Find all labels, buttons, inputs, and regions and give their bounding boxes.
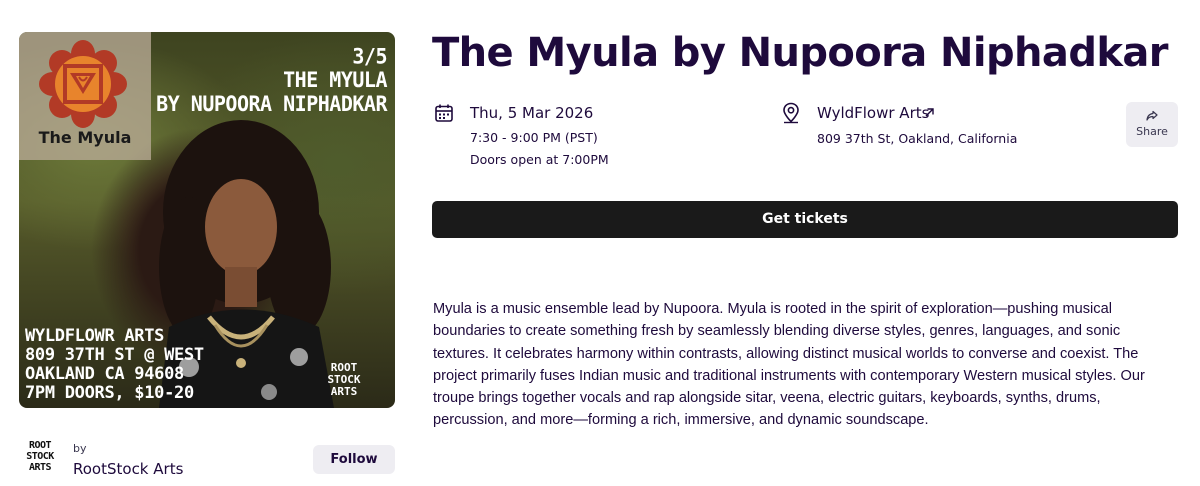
share-button[interactable]: Share — [1126, 102, 1178, 147]
follow-button[interactable]: Follow — [313, 445, 395, 474]
location-pin-icon — [783, 102, 799, 124]
organizer-avatar[interactable]: ROOT STOCK ARTS — [19, 440, 61, 478]
myula-emblem-icon — [39, 40, 127, 128]
event-description: Myula is a music ensemble lead by Nupoor… — [433, 301, 1145, 429]
venue-name-link[interactable]: WyldFlowr Arts — [817, 104, 929, 122]
rootstock-stamp-logo: ROOT STOCK ARTS — [327, 361, 361, 398]
event-poster-image: The Myula 3/5 THE MYULA BY NUPOORA NIPHA… — [19, 32, 395, 408]
poster-logo-name: The Myula — [38, 128, 132, 147]
organizer-by-label: by — [73, 442, 87, 455]
venue-address: 809 37th St, Oakland, California — [817, 131, 1018, 146]
event-doors-time: Doors open at 7:00PM — [470, 152, 609, 167]
event-time: 7:30 - 9:00 PM (PST) — [470, 130, 598, 145]
poster-logo-box: The Myula — [19, 32, 151, 160]
share-icon — [1146, 110, 1158, 121]
poster-venue-text: WYLDFLOWR ARTS 809 37TH ST @ WEST OAKLAN… — [25, 326, 204, 403]
share-label: Share — [1136, 125, 1168, 138]
poster-title-text: 3/5 THE MYULA BY NUPOORA NIPHADKAR — [156, 42, 387, 117]
get-tickets-button[interactable]: Get tickets — [432, 201, 1178, 238]
calendar-icon — [435, 104, 453, 122]
event-title: The Myula by Nupoora Niphadkar — [432, 30, 1168, 76]
event-date: Thu, 5 Mar 2026 — [470, 104, 594, 122]
organizer-name-link[interactable]: RootStock Arts — [73, 460, 183, 478]
external-link-icon[interactable] — [924, 107, 935, 118]
